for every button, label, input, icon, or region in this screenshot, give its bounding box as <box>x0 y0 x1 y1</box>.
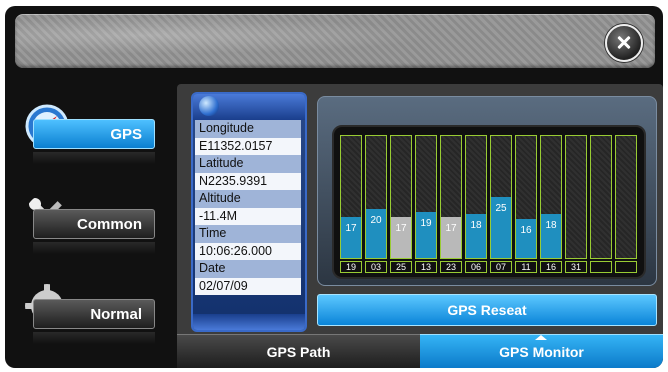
sidebar-item-gps[interactable]: GPS <box>15 104 165 164</box>
sidebar-item-common[interactable]: Common <box>15 194 165 254</box>
satellite-prn-label <box>615 261 637 273</box>
satellite-bar-slot <box>590 135 612 259</box>
satellite-bar-slot: 17 <box>340 135 362 259</box>
altitude-label: Altitude <box>195 190 301 208</box>
sidebar-item-label: Common <box>33 209 155 239</box>
latitude-label: Latitude <box>195 155 301 173</box>
satellite-prn-label: 13 <box>415 261 437 273</box>
satellite-bar: 16 <box>516 219 536 258</box>
satellite-bar-slot: 20 <box>365 135 387 259</box>
satellite-prn-label: 11 <box>515 261 537 273</box>
satellite-prn-label: 06 <box>465 261 487 273</box>
time-label: Time <box>195 225 301 243</box>
longitude-label: Longitude <box>195 120 301 138</box>
satellite-bar: 18 <box>541 214 561 258</box>
sidebar: GPS Common Normal <box>15 86 165 366</box>
satellite-bar: 19 <box>416 212 436 258</box>
satellite-bar-slot <box>615 135 637 259</box>
position-info-panel: Longitude E11352.0157 Latitude N2235.939… <box>191 92 307 332</box>
satellite-bars-area: 17 19 20 03 17 25 19 13 17 23 18 06 25 07 16 11 18 16 31 <box>332 125 646 279</box>
longitude-value: E11352.0157 <box>195 137 301 155</box>
satellite-prn-label: 23 <box>440 261 462 273</box>
satellite-prn-label: 16 <box>540 261 562 273</box>
satellite-snr-label: 20 <box>370 215 382 226</box>
bottom-tabs: GPS Path GPS Monitor <box>177 334 663 368</box>
satellite-snr-label: 18 <box>545 220 557 231</box>
satellite-bar: 18 <box>466 214 486 258</box>
satellite-snr-label: 19 <box>420 218 432 229</box>
altitude-value: -11.4M <box>195 207 301 225</box>
satellite-bar-slot <box>565 135 587 259</box>
satellite-prn-label: 03 <box>365 261 387 273</box>
satellite-bar-slot: 19 <box>415 135 437 259</box>
satellite-prn-label: 19 <box>340 261 362 273</box>
satellite-prn-label: 25 <box>390 261 412 273</box>
gps-reset-button[interactable]: GPS Reseat <box>317 294 657 326</box>
sidebar-item-normal[interactable]: Normal <box>15 284 165 344</box>
sidebar-item-label: GPS <box>33 119 155 149</box>
satellite-bar: 25 <box>491 197 511 258</box>
satellite-snr-label: 16 <box>520 225 532 236</box>
satellite-bar-slot: 16 <box>515 135 537 259</box>
device-panel: GPS Common Normal Longitude E11352.0157 … <box>5 6 663 368</box>
satellite-signal-chart: 17 19 20 03 17 25 19 13 17 23 18 06 25 07 16 11 18 16 31 <box>317 96 657 286</box>
satellite-snr-label: 25 <box>495 203 507 214</box>
date-value: 02/07/09 <box>195 277 301 295</box>
caret-up-icon <box>535 335 547 340</box>
satellite-bar-slot: 17 <box>390 135 412 259</box>
globe-icon <box>199 96 219 116</box>
tab-gps-path[interactable]: GPS Path <box>177 334 420 368</box>
tab-gps-monitor[interactable]: GPS Monitor <box>420 334 663 368</box>
title-bar <box>15 14 655 68</box>
time-value: 10:06:26.000 <box>195 242 301 260</box>
satellite-prn-label: 07 <box>490 261 512 273</box>
satellite-bar-slot: 18 <box>540 135 562 259</box>
satellite-prn-label: 31 <box>565 261 587 273</box>
satellite-prn-label <box>590 261 612 273</box>
satellite-bar: 20 <box>366 209 386 258</box>
satellite-bar-slot: 25 <box>490 135 512 259</box>
satellite-bar-slot: 18 <box>465 135 487 259</box>
gps-monitor-panel: Longitude E11352.0157 Latitude N2235.939… <box>177 84 663 368</box>
satellite-snr-label: 18 <box>470 220 482 231</box>
sidebar-item-label: Normal <box>33 299 155 329</box>
date-label: Date <box>195 260 301 278</box>
satellite-bar: 17 <box>441 217 461 258</box>
satellite-snr-label: 17 <box>445 223 457 234</box>
screen: GPS Common Normal Longitude E11352.0157 … <box>0 0 668 372</box>
tab-label: GPS Monitor <box>499 344 584 360</box>
satellite-bar: 17 <box>391 217 411 258</box>
satellite-bar-slot: 17 <box>440 135 462 259</box>
latitude-value: N2235.9391 <box>195 172 301 190</box>
satellite-snr-label: 17 <box>395 223 407 234</box>
satellite-snr-label: 17 <box>345 223 357 234</box>
close-icon[interactable] <box>605 24 643 62</box>
satellite-bar: 17 <box>341 217 361 258</box>
